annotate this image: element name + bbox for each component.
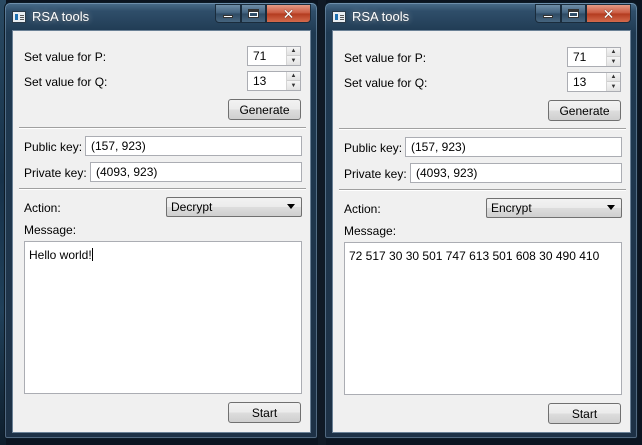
message-textarea[interactable]: Hello world!	[24, 241, 302, 394]
private-key-label: Private key:	[24, 166, 87, 180]
window-title: RSA tools	[32, 9, 90, 24]
start-button[interactable]: Start	[228, 402, 301, 423]
title-bar[interactable]: RSA tools ✕	[325, 3, 637, 30]
message-label: Message:	[344, 224, 397, 238]
p-label: Set value for P:	[344, 51, 427, 65]
p-spin-buttons: ▲ ▼	[606, 48, 620, 66]
rsa-app-icon	[332, 11, 346, 23]
action-value: Encrypt	[491, 201, 532, 215]
rsa-window-decrypt: RSA tools ✕ Set value for P: 71 ▲ ▼ Set …	[4, 2, 318, 439]
message-label: Message:	[24, 223, 77, 237]
spin-up-arrow-icon[interactable]: ▲	[287, 72, 300, 81]
client-area: Set value for P: 71 ▲ ▼ Set value for Q:…	[332, 30, 631, 433]
private-key-field[interactable]: (4093, 923)	[410, 163, 622, 183]
caption-buttons: ✕	[215, 4, 311, 23]
spin-down-arrow-icon[interactable]: ▼	[607, 57, 620, 66]
maximize-icon	[568, 9, 579, 18]
private-key-field[interactable]: (4093, 923)	[90, 162, 302, 182]
q-spin-buttons: ▲ ▼	[286, 72, 300, 90]
spin-up-arrow-icon[interactable]: ▲	[607, 73, 620, 82]
private-key-label: Private key:	[344, 167, 407, 181]
maximize-icon	[248, 9, 259, 18]
rsa-window-encrypt: RSA tools ✕ Set value for P: 71 ▲ ▼ Set …	[324, 2, 638, 439]
public-key-value[interactable]: (157, 923)	[91, 139, 146, 153]
private-key-value[interactable]: (4093, 923)	[416, 166, 477, 180]
p-spin-buttons: ▲ ▼	[286, 47, 300, 65]
message-content: Hello world!	[29, 248, 92, 262]
start-button[interactable]: Start	[548, 403, 621, 424]
close-button[interactable]: ✕	[266, 4, 311, 23]
public-key-field[interactable]: (157, 923)	[405, 137, 622, 157]
minimize-icon	[223, 15, 233, 18]
public-key-label: Public key:	[24, 140, 83, 154]
dropdown-arrow-icon	[607, 205, 615, 210]
action-label: Action:	[344, 202, 381, 216]
p-spinbox[interactable]: 71 ▲ ▼	[247, 46, 301, 66]
public-key-field[interactable]: (157, 923)	[85, 136, 302, 156]
action-dropdown[interactable]: Encrypt	[486, 198, 622, 218]
close-button[interactable]: ✕	[586, 4, 631, 23]
p-label: Set value for P:	[24, 50, 107, 64]
q-label: Set value for Q:	[344, 76, 428, 90]
q-spinbox[interactable]: 13 ▲ ▼	[567, 72, 621, 92]
q-spin-buttons: ▲ ▼	[606, 73, 620, 91]
minimize-icon	[543, 15, 553, 18]
p-value[interactable]: 71	[573, 50, 586, 64]
action-label: Action:	[24, 201, 61, 215]
spin-up-arrow-icon[interactable]: ▲	[607, 48, 620, 57]
title-bar[interactable]: RSA tools ✕	[5, 3, 317, 30]
spin-up-arrow-icon[interactable]: ▲	[287, 47, 300, 56]
separator	[339, 189, 626, 191]
public-key-label: Public key:	[344, 141, 403, 155]
maximize-button[interactable]	[241, 4, 266, 23]
minimize-button[interactable]	[535, 4, 561, 23]
dropdown-arrow-icon	[287, 204, 295, 209]
q-spinbox[interactable]: 13 ▲ ▼	[247, 71, 301, 91]
spin-down-arrow-icon[interactable]: ▼	[287, 81, 300, 90]
action-dropdown[interactable]: Decrypt	[166, 197, 302, 217]
message-text[interactable]: Hello world!	[29, 248, 93, 262]
separator	[19, 127, 306, 129]
generate-button[interactable]: Generate	[228, 99, 301, 120]
text-cursor	[91, 248, 93, 261]
public-key-value[interactable]: (157, 923)	[411, 140, 466, 154]
window-title: RSA tools	[352, 9, 410, 24]
spin-down-arrow-icon[interactable]: ▼	[287, 56, 300, 65]
close-icon: ✕	[602, 5, 615, 22]
client-area: Set value for P: 71 ▲ ▼ Set value for Q:…	[12, 30, 311, 433]
spin-down-arrow-icon[interactable]: ▼	[607, 82, 620, 91]
action-value: Decrypt	[171, 200, 213, 214]
caption-buttons: ✕	[535, 4, 631, 23]
separator	[19, 188, 306, 190]
q-label: Set value for Q:	[24, 75, 108, 89]
message-textarea[interactable]: 72 517 30 30 501 747 613 501 608 30 490 …	[344, 242, 622, 395]
close-icon: ✕	[282, 5, 295, 22]
q-value[interactable]: 13	[253, 74, 266, 88]
rsa-app-icon	[12, 11, 26, 23]
maximize-button[interactable]	[561, 4, 586, 23]
separator	[339, 128, 626, 130]
generate-button[interactable]: Generate	[548, 100, 621, 121]
minimize-button[interactable]	[215, 4, 241, 23]
p-spinbox[interactable]: 71 ▲ ▼	[567, 47, 621, 67]
q-value[interactable]: 13	[573, 75, 586, 89]
private-key-value[interactable]: (4093, 923)	[96, 165, 157, 179]
p-value[interactable]: 71	[253, 49, 266, 63]
message-text[interactable]: 72 517 30 30 501 747 613 501 608 30 490 …	[349, 249, 599, 263]
